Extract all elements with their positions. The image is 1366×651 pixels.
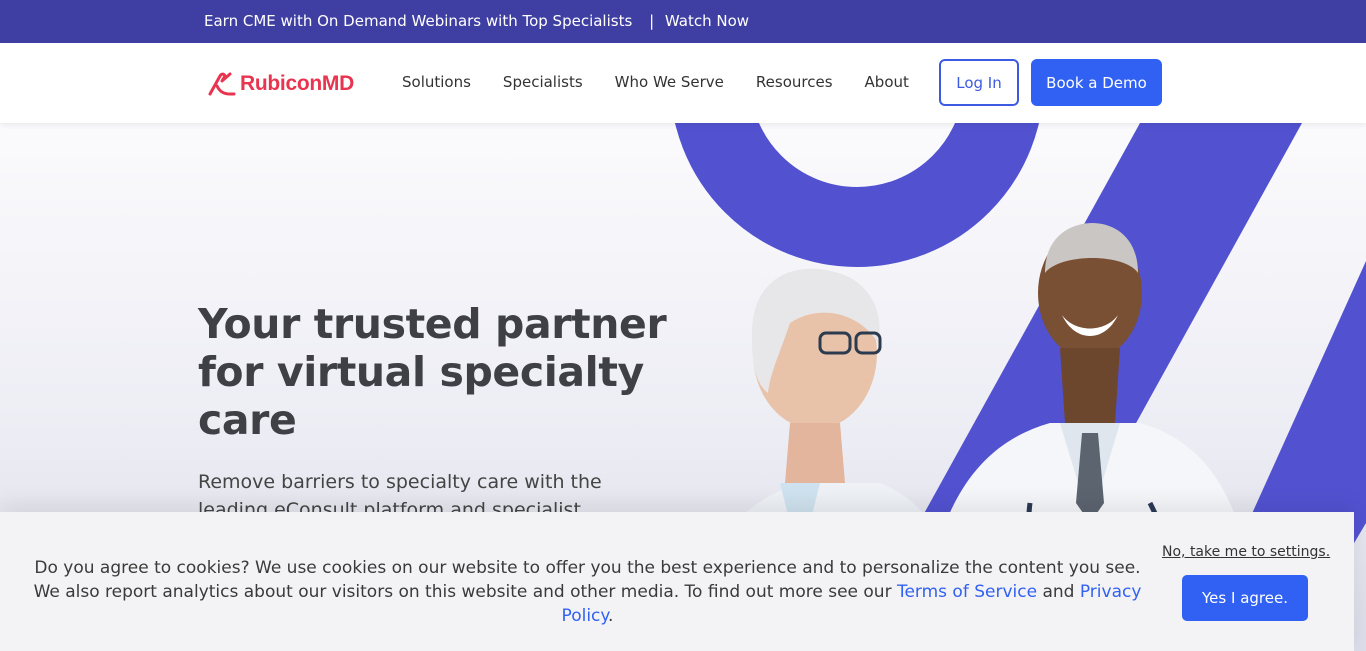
promo-banner: Earn CME with On Demand Webinars with To… xyxy=(0,0,1366,43)
login-button[interactable]: Log In xyxy=(939,59,1019,106)
logo-wordmark: RubiconMD xyxy=(240,72,354,95)
book-demo-button[interactable]: Book a Demo xyxy=(1031,59,1162,106)
cookie-settings-link[interactable]: No, take me to settings. xyxy=(1162,544,1330,560)
cookie-and-text: and xyxy=(1037,582,1080,602)
cookie-consent-bar: Do you agree to cookies? We use cookies … xyxy=(0,512,1354,651)
cookie-period: . xyxy=(608,606,614,626)
nav-resources[interactable]: Resources xyxy=(756,73,833,91)
promo-text[interactable]: Earn CME with On Demand Webinars with To… xyxy=(204,12,632,30)
cookie-message: Do you agree to cookies? We use cookies … xyxy=(30,556,1145,628)
hero-title: Your trusted partner for virtual special… xyxy=(198,300,667,444)
site-header: RubiconMD Solutions Specialists Who We S… xyxy=(0,43,1366,123)
terms-of-service-link[interactable]: Terms of Service xyxy=(897,582,1037,602)
watch-now-link[interactable]: Watch Now xyxy=(665,12,749,30)
nav-solutions[interactable]: Solutions xyxy=(402,73,471,91)
rubiconmd-logo-icon xyxy=(208,72,236,96)
rubiconmd-logo[interactable]: RubiconMD xyxy=(208,71,354,97)
promo-banner-content[interactable]: Earn CME with On Demand Webinars with To… xyxy=(204,12,749,30)
nav-about[interactable]: About xyxy=(865,73,909,91)
nav-specialists[interactable]: Specialists xyxy=(503,73,583,91)
promo-separator: | xyxy=(649,12,655,30)
nav-who-we-serve[interactable]: Who We Serve xyxy=(615,73,724,91)
main-nav: Solutions Specialists Who We Serve Resou… xyxy=(402,73,941,91)
cookie-agree-button[interactable]: Yes I agree. xyxy=(1182,575,1308,621)
decorative-ring xyxy=(675,123,1039,267)
